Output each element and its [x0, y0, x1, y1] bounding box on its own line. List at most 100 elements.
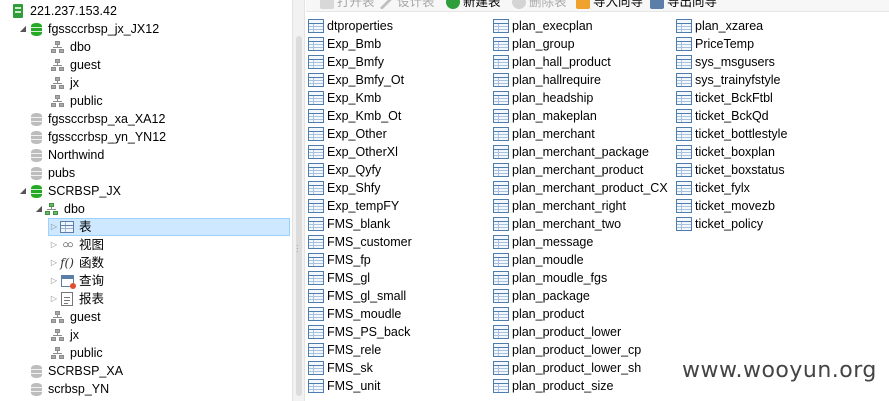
table-item[interactable]: plan_message — [493, 233, 593, 251]
collapsed-arrow-icon[interactable]: ▷ — [49, 236, 59, 254]
table-item[interactable]: plan_package — [493, 287, 590, 305]
collapsed-arrow-icon[interactable]: ▷ — [49, 254, 59, 272]
table-item[interactable]: Exp_Shfy — [308, 179, 381, 197]
table-item[interactable]: plan_product_lower_sh — [493, 359, 641, 377]
tree-schema-jx-2[interactable]: jx — [50, 326, 79, 344]
tree-db-fgssccrbsp-xa[interactable]: fgssccrbsp_xa_XA12 — [28, 110, 165, 128]
table-item[interactable]: plan_product_size — [493, 377, 613, 395]
table-item[interactable]: dtproperties — [308, 17, 393, 35]
tree-schema-dbo[interactable]: dbo — [50, 38, 91, 56]
table-item[interactable]: plan_merchant — [493, 125, 595, 143]
table-item[interactable]: FMS_sk — [308, 359, 373, 377]
table-item[interactable]: FMS_fp — [308, 251, 371, 269]
table-item[interactable]: plan_merchant_right — [493, 197, 626, 215]
tree-schema-jx[interactable]: jx — [50, 74, 79, 92]
table-item[interactable]: Exp_Kmb — [308, 89, 381, 107]
table-item[interactable]: ticket_boxplan — [676, 143, 775, 161]
table-item[interactable]: plan_product — [493, 305, 584, 323]
tree-db-scrbsp-yn[interactable]: scrbsp_YN — [28, 380, 109, 398]
table-item[interactable]: plan_hall_product — [493, 53, 611, 71]
tree-db-scrbsp-xa[interactable]: SCRBSP_XA — [28, 362, 123, 380]
table-item[interactable]: Exp_Kmb_Ot — [308, 107, 401, 125]
table-item[interactable]: Exp_Qyfy — [308, 161, 381, 179]
tree-db-pubs[interactable]: pubs — [28, 164, 75, 182]
tree-schema-guest-2[interactable]: guest — [50, 308, 101, 326]
expanded-arrow-icon[interactable]: ◢ — [34, 200, 44, 218]
table-item[interactable]: plan_moudle — [493, 251, 584, 269]
table-item[interactable]: Exp_tempFY — [308, 197, 399, 215]
table-item[interactable]: sys_trainyfstyle — [676, 71, 780, 89]
table-item[interactable]: FMS_gl_small — [308, 287, 406, 305]
query-icon — [59, 273, 76, 289]
table-item[interactable]: plan_merchant_two — [493, 215, 621, 233]
table-item[interactable]: FMS_unit — [308, 377, 381, 395]
table-list[interactable]: dtproperties Exp_Bmb Exp_Bmfy Exp_Bmfy_Ot Ex… — [306, 12, 889, 401]
table-item[interactable]: plan_hallrequire — [493, 71, 601, 89]
table-item[interactable]: FMS_customer — [308, 233, 412, 251]
table-item[interactable]: Exp_Bmfy_Ot — [308, 71, 404, 89]
table-item[interactable]: plan_xzarea — [676, 17, 763, 35]
table-item[interactable]: FMS_PS_back — [308, 323, 410, 341]
collapsed-arrow-icon[interactable]: ▷ — [49, 218, 59, 236]
design-table-button[interactable]: 设计表 — [380, 0, 435, 10]
expanded-arrow-icon[interactable]: ◢ — [18, 182, 28, 200]
table-item[interactable]: FMS_blank — [308, 215, 390, 233]
table-item[interactable]: ticket_policy — [676, 215, 763, 233]
tree-schema-public[interactable]: public — [50, 92, 103, 110]
tree-schema-dbo-open[interactable]: ◢ dbo — [34, 200, 85, 218]
table-item[interactable]: plan_product_lower — [493, 323, 621, 341]
table-item[interactable]: ticket_BckFtbl — [676, 89, 773, 107]
table-item[interactable]: ticket_boxstatus — [676, 161, 785, 179]
import-wizard-button[interactable]: 导入向导 — [576, 0, 643, 10]
tree-connection[interactable]: 221.237.153.42 — [0, 2, 117, 20]
table-item[interactable]: Exp_Other — [308, 125, 387, 143]
tree-db-fgssccrbsp-jx[interactable]: ◢ fgssccrbsp_jx_JX12 — [18, 20, 159, 38]
delete-table-button[interactable]: 删除表 — [512, 0, 567, 10]
object-tree[interactable]: 221.237.153.42 ◢ fgssccrbsp_jx_JX12 dbo … — [0, 0, 292, 401]
table-item[interactable]: PriceTemp — [676, 35, 754, 53]
collapse-arrow-icon[interactable] — [0, 2, 10, 20]
panel-splitter[interactable]: · · · — [292, 0, 305, 401]
table-item[interactable]: plan_makeplan — [493, 107, 597, 125]
tree-category-views[interactable]: ▷ ○○ 视图 — [49, 236, 104, 254]
tree-db-northwind[interactable]: Northwind — [28, 146, 104, 164]
table-item[interactable]: Exp_Bmfy — [308, 53, 384, 71]
table-item[interactable]: plan_product_lower_cp — [493, 341, 641, 359]
expanded-arrow-icon[interactable]: ◢ — [18, 20, 28, 38]
table-name: Exp_Other — [327, 127, 387, 141]
tree-category-queries[interactable]: ▷ 查询 — [49, 272, 104, 290]
table-item[interactable]: sys_msgusers — [676, 53, 775, 71]
tree-category-functions[interactable]: ▷ f() 函数 — [49, 254, 104, 272]
table-name: FMS_customer — [327, 235, 412, 249]
table-item[interactable]: Exp_Bmb — [308, 35, 381, 53]
table-item[interactable]: plan_merchant_product — [493, 161, 643, 179]
tree-db-scrbsp-jx[interactable]: ◢ SCRBSP_JX — [18, 182, 121, 200]
table-item[interactable]: plan_merchant_package — [493, 143, 649, 161]
table-item[interactable]: FMS_rele — [308, 341, 381, 359]
table-item[interactable]: plan_headship — [493, 89, 593, 107]
open-table-button[interactable]: 打开表 — [320, 0, 375, 10]
schema-label: guest — [70, 310, 101, 324]
collapsed-arrow-icon[interactable]: ▷ — [49, 272, 59, 290]
scrollbar-thumb[interactable] — [296, 36, 302, 396]
table-item[interactable]: ticket_fylx — [676, 179, 750, 197]
tree-schema-guest[interactable]: guest — [50, 56, 101, 74]
table-item[interactable]: plan_moudle_fgs — [493, 269, 607, 287]
tree-schema-public-2[interactable]: public — [50, 344, 103, 362]
collapsed-arrow-icon[interactable]: ▷ — [49, 290, 59, 308]
export-wizard-button[interactable]: 导出向导 — [650, 0, 717, 10]
table-item[interactable]: plan_group — [493, 35, 575, 53]
new-table-button[interactable]: 新建表 — [446, 0, 501, 10]
tree-category-reports[interactable]: ▷ 报表 — [49, 290, 104, 308]
table-item[interactable]: plan_merchant_product_CX — [493, 179, 668, 197]
tree-db-fgssccrbsp-yn[interactable]: fgssccrbsp_yn_YN12 — [28, 128, 166, 146]
table-item[interactable]: ticket_BckQd — [676, 107, 769, 125]
tree-category-tables[interactable]: ▷ 表 — [48, 218, 290, 236]
table-item[interactable]: Exp_OtherXl — [308, 143, 398, 161]
table-icon — [308, 19, 324, 33]
table-item[interactable]: FMS_moudle — [308, 305, 401, 323]
table-item[interactable]: ticket_movezb — [676, 197, 775, 215]
table-item[interactable]: FMS_gl — [308, 269, 370, 287]
table-item[interactable]: ticket_bottlestyle — [676, 125, 787, 143]
table-item[interactable]: plan_execplan — [493, 17, 593, 35]
